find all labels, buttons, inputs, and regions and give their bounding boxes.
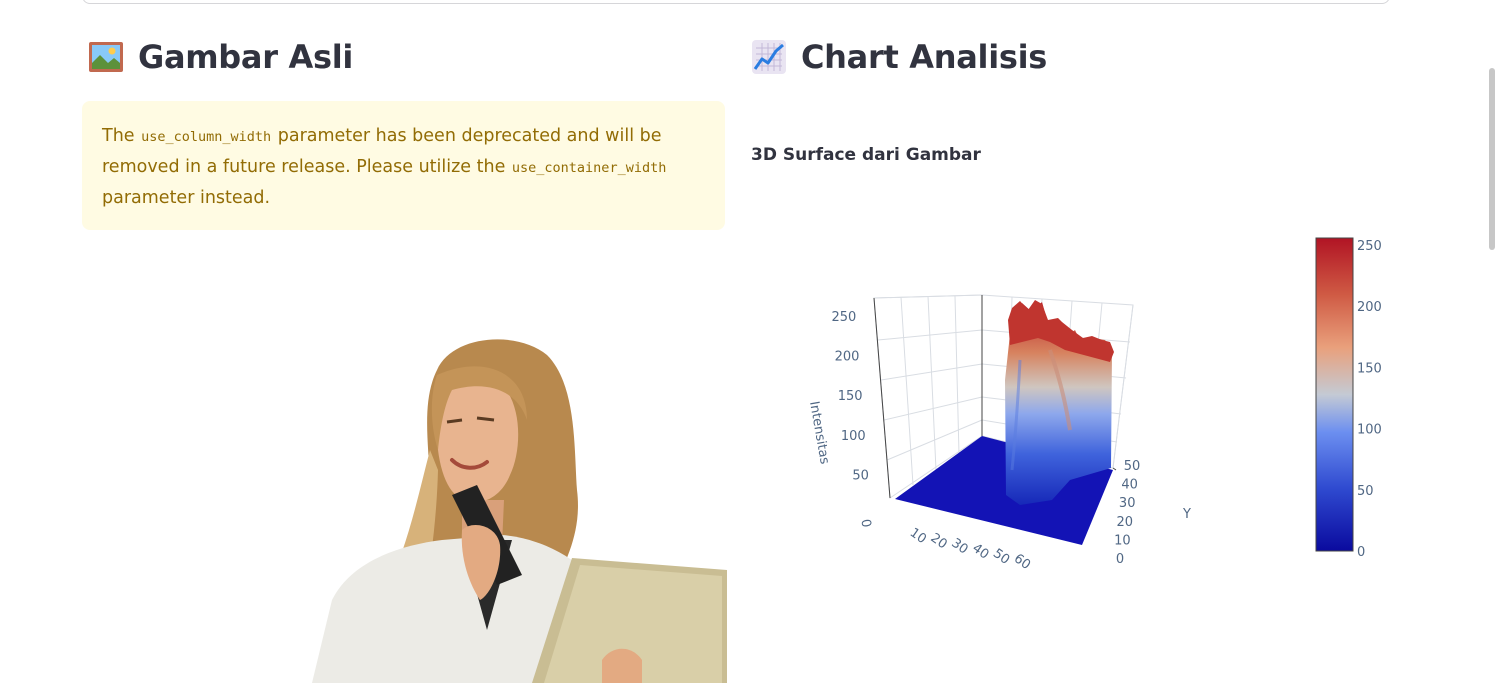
- y-axis-title: Y: [1182, 507, 1191, 522]
- framed-picture-icon: [89, 42, 123, 72]
- colorbar-tick-label: 150: [1357, 361, 1382, 376]
- page-scrollbar[interactable]: [1489, 68, 1495, 250]
- colorbar-tick-label: 50: [1357, 484, 1374, 499]
- z-tick-label: 0: [857, 518, 873, 529]
- alert-text-1: The: [102, 126, 141, 146]
- colorbar-tick-label: 0: [1357, 545, 1365, 560]
- z-tick-label: 150: [838, 389, 863, 404]
- y-tick-label: 40: [1121, 478, 1138, 493]
- z-tick-label: 250: [831, 310, 856, 325]
- x-tick-label: 20: [928, 531, 950, 553]
- heading-text: Gambar Asli: [138, 38, 354, 76]
- original-photo: [312, 339, 727, 683]
- colorbar-tick-label: 250: [1357, 239, 1382, 254]
- alert-code-1: use_column_width: [141, 129, 272, 145]
- z-tick-label: 200: [835, 350, 860, 365]
- alert-text-3: parameter instead.: [102, 188, 271, 208]
- y-tick-label: 10: [1114, 533, 1131, 548]
- z-tick-label: 100: [841, 429, 866, 444]
- colorbar-tick-label: 200: [1357, 300, 1382, 315]
- left-column: Gambar Asli The use_column_width paramet…: [82, 0, 727, 683]
- x-tick-label: 30: [948, 536, 970, 558]
- alert-code-2: use_container_width: [511, 160, 667, 176]
- colorbar-tick-label: 100: [1357, 423, 1382, 438]
- deprecation-warning-alert: The use_column_width parameter has been …: [82, 101, 725, 230]
- heading-original-image: Gambar Asli: [88, 38, 353, 76]
- y-tick-label: 20: [1117, 515, 1134, 530]
- x-tick-label: 60: [1011, 551, 1033, 573]
- x-tick-label: 50: [990, 546, 1012, 568]
- y-tick-label: 30: [1119, 496, 1136, 511]
- y-tick-label: 0: [1116, 552, 1124, 567]
- x-tick-label: 10: [907, 525, 929, 547]
- surface-plot[interactable]: 25020015010050010203040506050403020100 I…: [750, 0, 1390, 683]
- y-tick-label: 50: [1124, 459, 1141, 474]
- x-tick-label: 40: [969, 541, 991, 563]
- colorbar: [1315, 237, 1354, 552]
- z-tick-label: 50: [852, 468, 869, 483]
- right-column: Chart Analisis 3D Surface dari Gambar 25…: [750, 0, 1390, 683]
- colorbar-ticks: 250 200 150 100 50 0: [1357, 239, 1382, 560]
- z-axis-title: Intensitas: [806, 400, 832, 465]
